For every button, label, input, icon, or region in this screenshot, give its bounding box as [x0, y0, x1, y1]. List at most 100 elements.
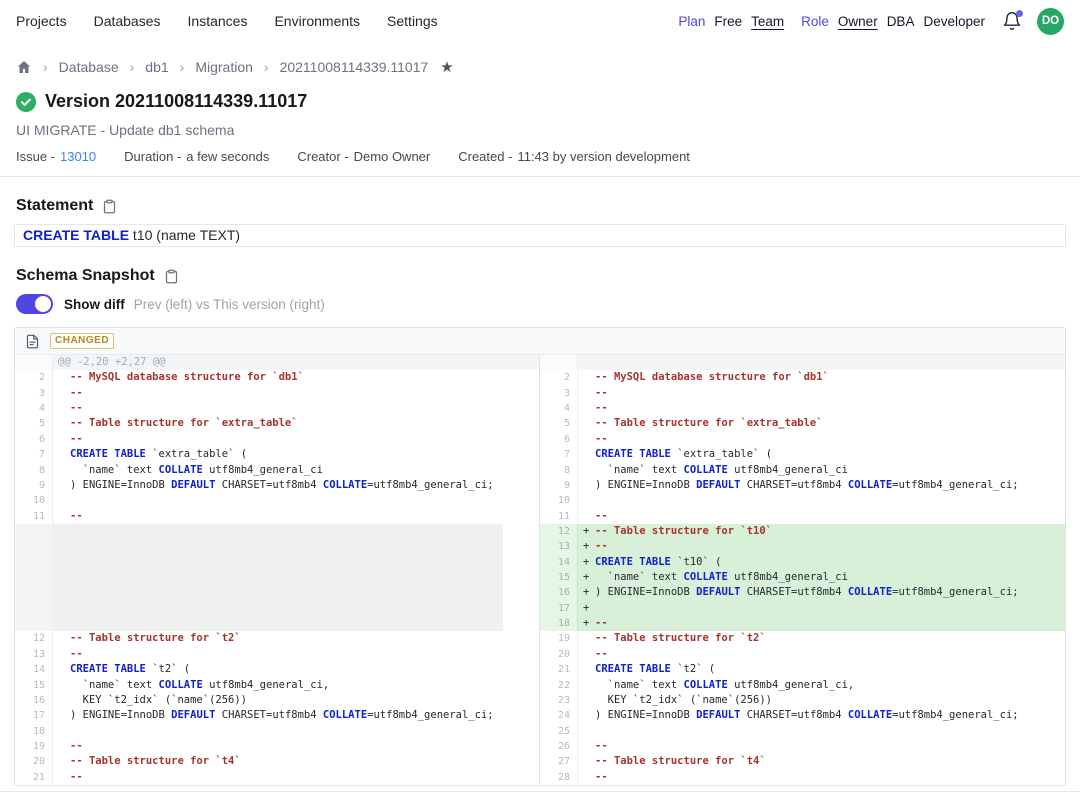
diff-line: 8 `name` text COLLATE utf8mb4_general_ci	[15, 463, 539, 478]
version-subtitle: UI MIGRATE - Update db1 schema	[0, 122, 1080, 138]
nav-item-settings[interactable]: Settings	[387, 13, 438, 29]
main-menu: Projects Databases Instances Environment…	[16, 13, 438, 29]
diff-line: 21CREATE TABLE `t2` (	[540, 662, 1065, 677]
diff-filler-row	[15, 524, 539, 539]
schema-diff-viewer: CHANGED @@ -2,20 +2,27 @@2-- MySQL datab…	[14, 327, 1066, 786]
diff-line: 15 `name` text COLLATE utf8mb4_general_c…	[15, 678, 539, 693]
diff-line: 2-- MySQL database structure for `db1`	[540, 370, 1065, 385]
file-icon	[25, 334, 40, 349]
diff-pane-previous[interactable]: @@ -2,20 +2,27 @@2-- MySQL database stru…	[15, 355, 540, 785]
diff-filler-row	[15, 601, 539, 616]
role-label[interactable]: Role	[801, 14, 829, 29]
diff-filler-row	[15, 555, 539, 570]
diff-line: 4--	[15, 401, 539, 416]
nav-item-projects[interactable]: Projects	[16, 13, 67, 29]
diff-pane-current[interactable]: 2-- MySQL database structure for `db1`3-…	[540, 355, 1065, 785]
diff-filler-row	[15, 539, 539, 554]
role-current-owner[interactable]: Owner	[838, 14, 878, 29]
version-meta: Issue - 13010 Duration - a few seconds C…	[0, 149, 1080, 164]
diff-line: 13+--	[540, 539, 1065, 554]
diff-body: @@ -2,20 +2,27 @@2-- MySQL database stru…	[15, 355, 1065, 785]
breadcrumb-db1[interactable]: db1	[145, 59, 168, 75]
plan-label[interactable]: Plan	[678, 14, 705, 29]
top-nav: Projects Databases Instances Environment…	[0, 0, 1080, 42]
diff-line: 6--	[15, 432, 539, 447]
diff-line: 7CREATE TABLE `extra_table` (	[540, 447, 1065, 462]
diff-header: CHANGED	[15, 328, 1065, 355]
show-diff-toggle[interactable]	[16, 294, 53, 314]
toggle-label: Show diff	[64, 297, 125, 312]
meta-created-value: 11:43 by version development	[517, 149, 689, 164]
chevron-right-icon: ›	[43, 59, 48, 75]
diff-line: 26--	[540, 739, 1065, 754]
diff-line: 2-- MySQL database structure for `db1`	[15, 370, 539, 385]
bell-icon	[1002, 19, 1022, 34]
plan-switcher: Plan Free Team	[678, 14, 784, 29]
diff-line: 7CREATE TABLE `extra_table` (	[15, 447, 539, 462]
diff-line: 3--	[15, 386, 539, 401]
statement-sql: CREATE TABLE t10 (name TEXT)	[14, 224, 1066, 247]
diff-line: 6--	[540, 432, 1065, 447]
diff-line: 20-- Table structure for `t4`	[15, 754, 539, 769]
diff-line: 10	[540, 493, 1065, 508]
breadcrumb-database[interactable]: Database	[59, 59, 119, 75]
notification-dot	[1016, 10, 1023, 17]
issue-link[interactable]: 13010	[60, 149, 96, 164]
diff-line: 5-- Table structure for `extra_table`	[15, 416, 539, 431]
diff-line: 17+	[540, 601, 1065, 616]
diff-line: 4--	[540, 401, 1065, 416]
meta-issue-label: Issue -	[16, 149, 55, 164]
diff-line: 15+ `name` text COLLATE utf8mb4_general_…	[540, 570, 1065, 585]
diff-line: 13--	[15, 647, 539, 662]
diff-line: 3--	[540, 386, 1065, 401]
diff-line: 19--	[15, 739, 539, 754]
version-header: Version 20211008114339.11017	[0, 91, 1080, 112]
chevron-right-icon: ›	[130, 59, 135, 75]
diff-line: 14CREATE TABLE `t2` (	[15, 662, 539, 677]
diff-line: 16 KEY `t2_idx` (`name`(256))	[15, 693, 539, 708]
clipboard-icon[interactable]	[164, 269, 179, 284]
statement-heading: Statement	[16, 197, 93, 215]
diff-line: 24) ENGINE=InnoDB DEFAULT CHARSET=utf8mb…	[540, 708, 1065, 723]
meta-creator-label: Creator -	[297, 149, 348, 164]
meta-creator-value: Demo Owner	[354, 149, 431, 164]
plan-value-free[interactable]: Free	[714, 14, 742, 29]
clipboard-icon[interactable]	[102, 199, 117, 214]
diff-line: 10	[15, 493, 539, 508]
diff-line: 19-- Table structure for `t2`	[540, 631, 1065, 646]
diff-line: 12+-- Table structure for `t10`	[540, 524, 1065, 539]
diff-line: 27-- Table structure for `t4`	[540, 754, 1065, 769]
diff-hunk-header	[540, 355, 1065, 370]
chevron-right-icon: ›	[180, 59, 185, 75]
breadcrumb-version-id[interactable]: 20211008114339.11017	[280, 59, 429, 75]
diff-line: 25	[540, 724, 1065, 739]
breadcrumb-migration[interactable]: Migration	[195, 59, 253, 75]
statement-section-title: Statement	[0, 197, 1080, 215]
page-title: Version 20211008114339.11017	[45, 91, 307, 112]
role-option-dba[interactable]: DBA	[887, 14, 915, 29]
star-icon[interactable]: ★	[440, 58, 453, 76]
diff-line: 12-- Table structure for `t2`	[15, 631, 539, 646]
notifications-button[interactable]	[1002, 11, 1023, 32]
meta-duration: Duration - a few seconds	[124, 149, 269, 164]
diff-line: 9) ENGINE=InnoDB DEFAULT CHARSET=utf8mb4…	[540, 478, 1065, 493]
diff-line: 16+) ENGINE=InnoDB DEFAULT CHARSET=utf8m…	[540, 585, 1065, 600]
role-switcher: Role Owner DBA Developer	[801, 14, 985, 29]
diff-line: 21--	[15, 770, 539, 785]
role-option-developer[interactable]: Developer	[923, 14, 985, 29]
meta-duration-value: a few seconds	[186, 149, 269, 164]
plan-option-team[interactable]: Team	[751, 14, 784, 29]
diff-line: 18+--	[540, 616, 1065, 631]
breadcrumb: › Database › db1 › Migration › 202110081…	[0, 55, 1080, 79]
nav-item-instances[interactable]: Instances	[188, 13, 248, 29]
diff-filler-row	[15, 570, 539, 585]
nav-item-databases[interactable]: Databases	[94, 13, 161, 29]
meta-creator: Creator - Demo Owner	[297, 149, 430, 164]
home-icon[interactable]	[16, 59, 32, 75]
toggle-hint: Prev (left) vs This version (right)	[134, 297, 325, 312]
avatar[interactable]: DO	[1037, 8, 1064, 35]
nav-item-environments[interactable]: Environments	[274, 13, 360, 29]
nav-right: Plan Free Team Role Owner DBA Developer …	[678, 8, 1064, 35]
diff-toggle-row: Show diff Prev (left) vs This version (r…	[0, 294, 1080, 314]
diff-line: 14+CREATE TABLE `t10` (	[540, 555, 1065, 570]
